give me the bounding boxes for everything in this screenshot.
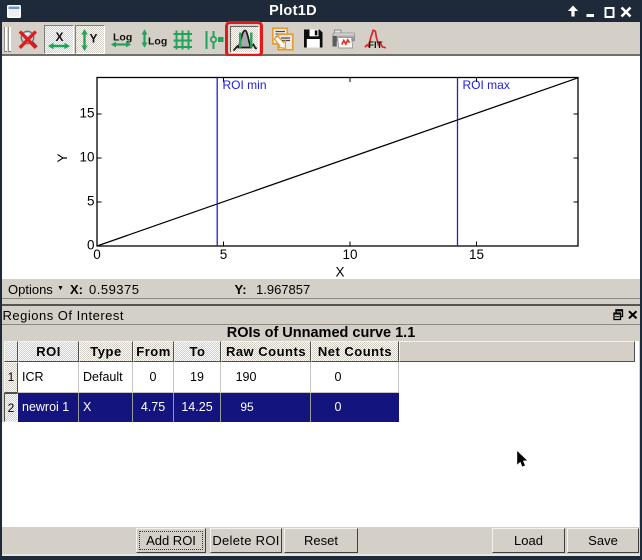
svg-text:Log: Log: [148, 36, 167, 48]
svg-text:0: 0: [87, 238, 95, 253]
svg-text:X: X: [335, 265, 344, 280]
svg-text:15: 15: [79, 106, 94, 121]
svg-text:5: 5: [87, 194, 95, 209]
svg-text:ROI max: ROI max: [463, 78, 510, 92]
svg-text:10: 10: [79, 150, 94, 165]
svg-text:FIT: FIT: [368, 40, 382, 50]
svg-text:15: 15: [469, 247, 484, 262]
svg-text:ROI min: ROI min: [223, 78, 267, 92]
svg-text:X: X: [55, 30, 63, 44]
svg-text:10: 10: [342, 247, 357, 262]
svg-text:5: 5: [220, 247, 228, 262]
svg-text:Y: Y: [55, 153, 70, 162]
svg-text:Y: Y: [89, 32, 97, 46]
